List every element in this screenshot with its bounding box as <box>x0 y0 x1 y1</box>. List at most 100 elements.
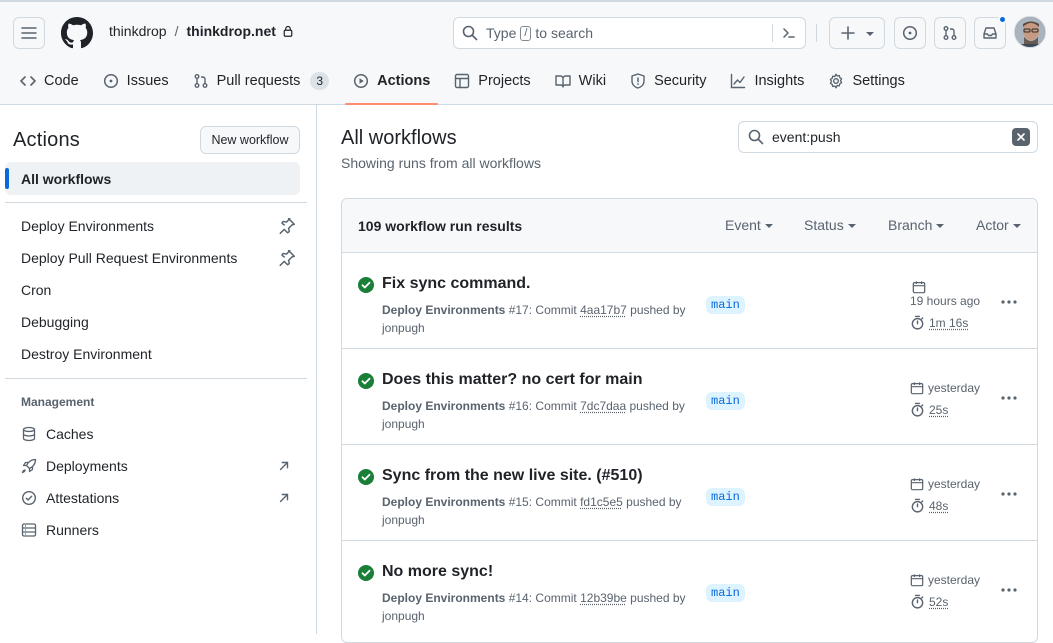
pin-icon[interactable] <box>278 249 296 267</box>
branch-badge[interactable]: main <box>706 488 745 506</box>
tab-actions[interactable]: Actions <box>345 62 438 100</box>
workflow-run-row[interactable]: No more sync! Deploy Environments #14: C… <box>342 541 1037 637</box>
search-icon <box>462 25 478 41</box>
run-actor[interactable]: jonpugh <box>382 513 425 527</box>
filter-value: event:push <box>772 129 841 145</box>
clear-filter-button[interactable] <box>1012 128 1030 146</box>
repo-owner-link[interactable]: thinkdrop <box>109 23 167 39</box>
stopwatch-icon <box>910 594 925 609</box>
sidebar-item-workflow[interactable]: Cron <box>21 278 301 302</box>
workflow-label: Destroy Environment <box>21 346 152 362</box>
workflow-label: Deploy Pull Request Environments <box>21 250 237 266</box>
pull-request-icon <box>942 25 958 41</box>
branch-filter-label: Branch <box>888 217 932 233</box>
branch-filter-dropdown[interactable]: Branch <box>888 217 944 233</box>
run-commit-word: Commit <box>535 495 576 509</box>
run-title-link[interactable]: Does this matter? no cert for main <box>382 371 643 389</box>
search-shortcut-key: / <box>520 26 531 41</box>
run-duration: 52s <box>910 594 948 609</box>
sidebar-item-runners[interactable]: Runners <box>21 518 301 542</box>
run-date: yesterday <box>910 477 980 491</box>
workflow-run-row[interactable]: Sync from the new live site. (#510) Depl… <box>342 445 1037 541</box>
branch-badge[interactable]: main <box>706 584 745 602</box>
external-link-icon <box>277 491 291 505</box>
sidebar-item-workflow[interactable]: Deploy Environments <box>21 214 301 238</box>
filter-workflow-runs-input[interactable]: event:push <box>738 121 1038 153</box>
inbox-icon <box>982 25 998 41</box>
sidebar-item-attestations[interactable]: Attestations <box>21 486 301 510</box>
run-date: 19 hours ago <box>910 280 980 308</box>
sidebar-item-workflow[interactable]: Deploy Pull Request Environments <box>21 246 301 270</box>
run-date-text: yesterday <box>928 573 980 587</box>
commit-sha-link[interactable]: 7dc7daa <box>580 399 626 413</box>
tab-settings[interactable]: Settings <box>820 62 912 100</box>
tab-wiki[interactable]: Wiki <box>547 62 614 100</box>
run-more-button[interactable] <box>1000 485 1018 503</box>
management-label: Deployments <box>46 458 128 474</box>
commit-sha-link[interactable]: fd1c5e5 <box>580 495 623 509</box>
shield-icon <box>630 73 646 89</box>
runs-header: 109 workflow run results Event Status Br… <box>342 199 1037 253</box>
event-filter-dropdown[interactable]: Event <box>725 217 773 233</box>
sidebar-item-workflow[interactable]: Destroy Environment <box>21 342 301 366</box>
tab-security-label: Security <box>654 73 706 89</box>
terminal-icon <box>781 25 797 41</box>
command-palette-button[interactable] <box>772 24 805 42</box>
run-workflow-name: Deploy Environments <box>382 495 505 509</box>
tab-pull-requests[interactable]: Pull requests 3 <box>185 62 338 100</box>
workflow-label: Cron <box>21 282 51 298</box>
create-new-button[interactable] <box>829 17 885 49</box>
run-actor[interactable]: jonpugh <box>382 417 425 431</box>
global-search[interactable]: Type / to search <box>453 17 806 49</box>
tab-projects[interactable]: Projects <box>446 62 538 100</box>
sidebar-divider <box>5 202 307 203</box>
menu-button[interactable] <box>13 17 45 49</box>
lock-icon <box>282 25 294 37</box>
issues-button[interactable] <box>894 17 926 49</box>
workflow-run-row[interactable]: Does this matter? no cert for main Deplo… <box>342 349 1037 445</box>
event-filter-label: Event <box>725 217 761 233</box>
pin-icon[interactable] <box>278 217 296 235</box>
sidebar-item-workflow[interactable]: Debugging <box>21 310 301 334</box>
repo-name-link[interactable]: thinkdrop.net <box>186 23 275 39</box>
tab-insights[interactable]: Insights <box>722 62 812 100</box>
sidebar-item-all-workflows[interactable]: All workflows <box>5 162 300 195</box>
run-date: yesterday <box>910 573 980 587</box>
run-duration: 48s <box>910 498 948 513</box>
run-actor[interactable]: jonpugh <box>382 321 425 335</box>
tab-actions-label: Actions <box>377 73 430 89</box>
actor-filter-dropdown[interactable]: Actor <box>976 217 1021 233</box>
status-filter-label: Status <box>804 217 844 233</box>
run-more-button[interactable] <box>1000 293 1018 311</box>
sidebar-item-caches[interactable]: Caches <box>21 422 301 446</box>
run-commit-word: Commit <box>535 399 576 413</box>
github-logo-icon[interactable] <box>61 17 93 49</box>
run-workflow-name: Deploy Environments <box>382 591 505 605</box>
run-title-link[interactable]: Fix sync command. <box>382 275 531 293</box>
run-meta: Deploy Environments #15: Commit fd1c5e5 … <box>382 493 692 529</box>
pull-requests-button[interactable] <box>934 17 966 49</box>
run-actor[interactable]: jonpugh <box>382 609 425 623</box>
search-placeholder-post: to search <box>535 25 593 41</box>
run-more-button[interactable] <box>1000 581 1018 599</box>
branch-badge[interactable]: main <box>706 392 745 410</box>
new-workflow-button[interactable]: New workflow <box>200 126 300 154</box>
sidebar-item-deployments[interactable]: Deployments <box>21 454 301 478</box>
commit-sha-link[interactable]: 4aa17b7 <box>580 303 627 317</box>
run-more-button[interactable] <box>1000 389 1018 407</box>
external-link-icon <box>277 459 291 473</box>
workflow-run-row[interactable]: Fix sync command. Deploy Environments #1… <box>342 253 1037 349</box>
branch-badge[interactable]: main <box>706 296 745 314</box>
tab-code[interactable]: Code <box>12 62 87 100</box>
tab-issues[interactable]: Issues <box>95 62 177 100</box>
run-pushed-text: pushed by <box>630 303 685 317</box>
kebab-horizontal-icon <box>1001 588 1017 592</box>
user-avatar[interactable] <box>1014 16 1046 48</box>
commit-sha-link[interactable]: 12b39be <box>580 591 627 605</box>
run-title-link[interactable]: No more sync! <box>382 563 493 581</box>
tab-security[interactable]: Security <box>622 62 714 100</box>
rocket-icon <box>21 458 37 474</box>
tab-pull-requests-label: Pull requests <box>217 73 301 89</box>
run-title-link[interactable]: Sync from the new live site. (#510) <box>382 467 643 485</box>
status-filter-dropdown[interactable]: Status <box>804 217 856 233</box>
